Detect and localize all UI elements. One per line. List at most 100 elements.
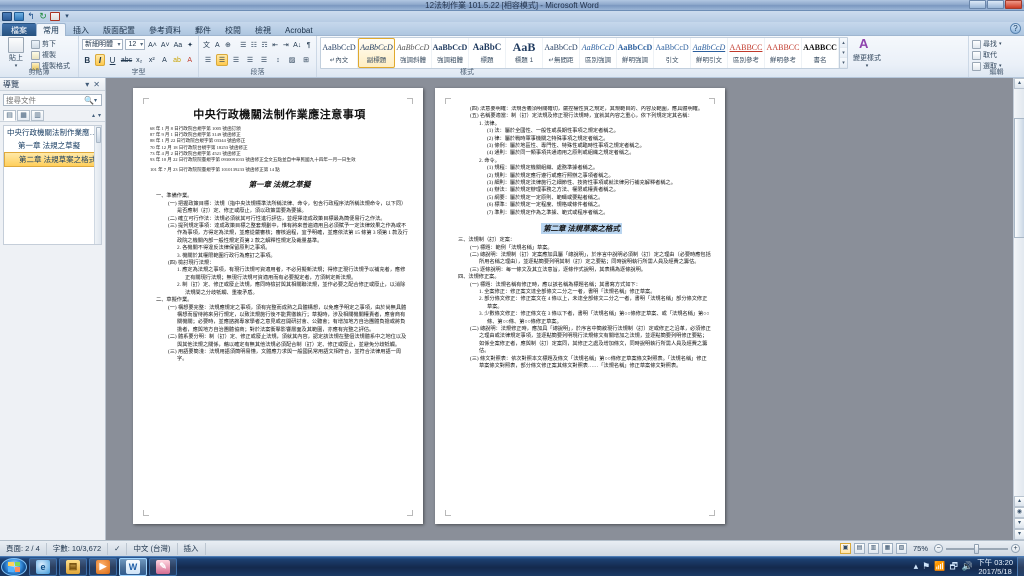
numbering-icon[interactable]: ☷: [250, 39, 259, 51]
distribute-icon[interactable]: ☰: [258, 54, 270, 66]
zoom-slider[interactable]: [946, 543, 1008, 554]
maximize-button[interactable]: [987, 0, 1004, 9]
help-button[interactable]: ?: [1010, 23, 1021, 34]
phonetic-guide-icon[interactable]: 文: [202, 39, 211, 51]
italic-button[interactable]: I: [94, 53, 106, 66]
font-name-input[interactable]: 新細明體 ▾: [82, 39, 124, 50]
search-dropdown-icon[interactable]: ▾: [94, 97, 97, 104]
document-page-left[interactable]: 中央行政機關法制作業應注意事項 68 年 1 月 8 日行政院台規字第 1005…: [133, 88, 423, 524]
select-browse-object-icon[interactable]: ◉: [1014, 507, 1024, 518]
style-item[interactable]: AABBCC 鮮明參考: [765, 38, 802, 68]
style-item[interactable]: AaBbC 標題: [469, 38, 506, 68]
style-item[interactable]: AaB 標題 1: [506, 38, 543, 68]
find-dropdown-icon[interactable]: ▾: [999, 41, 1002, 47]
taskbar-windows-explorer[interactable]: ▤: [59, 557, 87, 576]
tab-file[interactable]: 檔案: [2, 23, 36, 36]
customize-qat-icon[interactable]: ▾: [62, 12, 72, 21]
cut-button[interactable]: 剪下: [31, 39, 70, 49]
decrease-indent-icon[interactable]: ⇤: [271, 39, 280, 51]
text-highlight-icon[interactable]: ab: [172, 54, 183, 66]
styles-scroll-down-icon[interactable]: ▾: [840, 48, 847, 58]
bullets-icon[interactable]: ☰: [239, 39, 248, 51]
copy-button[interactable]: 複製: [31, 50, 70, 60]
scroll-thumb[interactable]: [1014, 118, 1024, 238]
show-hidden-icons-icon[interactable]: ▴: [914, 561, 919, 572]
navigation-search-box[interactable]: 🔍 ▾: [3, 94, 102, 106]
style-item[interactable]: AaBbCcD 鮮明引文: [691, 38, 728, 68]
search-input[interactable]: [6, 95, 84, 105]
redo-icon[interactable]: ↻: [38, 12, 48, 21]
nav-heading-chapter-2[interactable]: 第二章 法規草案之格式: [4, 152, 101, 167]
taskbar-microsoft-word[interactable]: W: [119, 557, 147, 576]
clock[interactable]: 下午 03:20 2017/5/18: [977, 558, 1013, 576]
close-icon[interactable]: ✕: [91, 80, 102, 89]
tab-view[interactable]: 檢視: [248, 23, 278, 36]
zoom-level-label[interactable]: 75%: [910, 544, 931, 553]
scroll-down-icon[interactable]: ▾: [1014, 529, 1024, 540]
zoom-out-button[interactable]: −: [934, 544, 943, 553]
style-item[interactable]: AaBbCcD ↵內文: [321, 38, 358, 68]
page-indicator[interactable]: 頁面: 2 / 4: [0, 542, 47, 555]
action-center-icon[interactable]: ⚑: [922, 561, 930, 572]
undo-icon[interactable]: ↰: [26, 12, 36, 21]
style-item[interactable]: AaBbCcD 區別強調: [580, 38, 617, 68]
full-screen-reading-view-button[interactable]: ▤: [853, 543, 865, 554]
browse-headings-tab[interactable]: ▤: [3, 109, 16, 121]
change-styles-button[interactable]: A 變更樣式 ▾: [850, 37, 884, 70]
find-button[interactable]: 尋找 ▾: [972, 39, 1021, 49]
grow-font-icon[interactable]: A˄: [147, 39, 158, 51]
shading-icon[interactable]: ▨: [286, 54, 298, 66]
subscript-button[interactable]: x₂: [134, 54, 145, 66]
strikethrough-button[interactable]: abc: [120, 54, 132, 66]
text-effects-icon[interactable]: A: [159, 54, 170, 66]
proofing-errors-icon[interactable]: ✓: [108, 542, 128, 555]
change-case-icon[interactable]: Aa: [173, 39, 184, 51]
font-color-icon[interactable]: A: [184, 54, 195, 66]
minimize-button[interactable]: [969, 0, 986, 9]
volume-icon[interactable]: 🔊: [962, 561, 973, 572]
show-formatting-marks-icon[interactable]: ¶: [304, 39, 313, 51]
styles-gallery[interactable]: AaBbCcD ↵內文 AaBbCcD 副標題 AaBbCcD 強調斜體 AaB…: [320, 37, 848, 69]
document-canvas[interactable]: 中央行政機關法制作業應注意事項 68 年 1 月 8 日行政院台規字第 1005…: [106, 78, 1013, 540]
navigation-scroll-thumb[interactable]: [96, 127, 101, 143]
font-size-input[interactable]: 12 ▾: [125, 39, 146, 50]
increase-indent-icon[interactable]: ⇥: [282, 39, 291, 51]
previous-heading-icon[interactable]: ▴: [91, 112, 96, 119]
enclose-characters-icon[interactable]: ⊕: [224, 39, 233, 51]
change-styles-dropdown-icon[interactable]: ▾: [866, 63, 869, 69]
zoom-in-button[interactable]: +: [1011, 544, 1020, 553]
multilevel-list-icon[interactable]: ☶: [260, 39, 269, 51]
search-icon[interactable]: 🔍: [84, 96, 94, 105]
align-right-icon[interactable]: ☰: [230, 54, 242, 66]
style-item[interactable]: AaBbCcD ↵無間距: [543, 38, 580, 68]
align-left-icon[interactable]: ☰: [202, 54, 214, 66]
underline-button[interactable]: U: [107, 54, 118, 66]
line-spacing-icon[interactable]: ↕: [272, 54, 284, 66]
nav-heading-document-root[interactable]: 中央行政機關法制作業應…: [4, 126, 101, 139]
word-logo-icon[interactable]: [2, 12, 12, 21]
browse-results-tab[interactable]: ▥: [31, 109, 44, 121]
character-border-icon[interactable]: A: [213, 39, 222, 51]
removable-media-icon[interactable]: 🗗: [949, 559, 957, 575]
start-button[interactable]: [1, 557, 27, 576]
document-page-right[interactable]: (四) 法意要明確：法規含義須明關確切，嚴控權性質之規定，其規範目的、內容及範圍…: [435, 88, 725, 524]
document-vertical-scrollbar[interactable]: ▴ ▴ ◉ ▾ ▾: [1013, 78, 1024, 540]
show-desktop-button[interactable]: [1017, 556, 1024, 576]
save-icon[interactable]: [14, 12, 24, 21]
taskbar-internet-explorer[interactable]: e: [29, 557, 57, 576]
print-layout-view-button[interactable]: ▣: [839, 543, 851, 554]
chevron-down-icon[interactable]: ▾: [83, 80, 91, 89]
close-button[interactable]: [1005, 0, 1022, 9]
styles-more-icon[interactable]: ▾: [840, 58, 847, 68]
font-name-dropdown-icon[interactable]: ▾: [117, 40, 120, 50]
word-count[interactable]: 字數: 10/3,672: [47, 542, 109, 555]
tab-home[interactable]: 常用: [36, 23, 66, 36]
style-item[interactable]: AaBbCcD 強調斜體: [395, 38, 432, 68]
shrink-font-icon[interactable]: A˅: [160, 39, 171, 51]
superscript-button[interactable]: x²: [147, 54, 158, 66]
draft-view-button[interactable]: ▧: [895, 543, 907, 554]
font-size-dropdown-icon[interactable]: ▾: [140, 40, 143, 50]
style-item[interactable]: AaBbCcD 副標題: [358, 38, 395, 68]
scroll-up-icon[interactable]: ▴: [1014, 78, 1024, 89]
paste-button[interactable]: 貼上 ▾: [3, 37, 29, 69]
